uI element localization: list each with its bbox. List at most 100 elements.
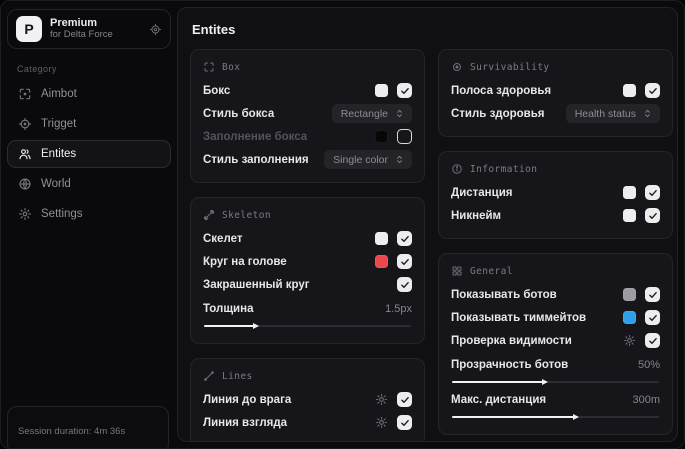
card-title: Lines: [222, 370, 253, 382]
row-controls: [375, 392, 412, 407]
slider-прозрачность-ботов[interactable]: [452, 377, 659, 386]
checkbox[interactable]: [645, 287, 660, 302]
sidebar-item-trigget[interactable]: Trigget: [7, 110, 171, 138]
world-icon: [18, 177, 32, 191]
row-check: Бокс: [203, 80, 412, 101]
select-стиль-бокса[interactable]: Rectangle: [331, 104, 412, 123]
color-swatch[interactable]: [375, 130, 388, 143]
row-controls: [623, 208, 660, 223]
select-стиль-заполнения[interactable]: Single color: [324, 150, 412, 169]
row-controls: [375, 231, 412, 246]
row-controls: [623, 185, 660, 200]
brand-title: Premium: [50, 17, 98, 30]
card-title: General: [470, 265, 513, 277]
row-controls: [375, 254, 412, 269]
brand-card: P Premium for Delta Force: [7, 9, 171, 49]
box-icon: [203, 61, 215, 73]
gear-icon[interactable]: [375, 393, 388, 406]
row-check: Закрашенный круг: [203, 274, 412, 295]
color-swatch[interactable]: [623, 209, 636, 222]
checkbox[interactable]: [397, 231, 412, 246]
checkbox[interactable]: [397, 277, 412, 292]
sidebar-item-world[interactable]: World: [7, 170, 171, 198]
slider-thumb[interactable]: [252, 322, 259, 329]
column-left: Box Бокс Стиль бокса Rectangle Заполнение бо…: [190, 49, 425, 441]
card-title: Survivability: [470, 61, 550, 73]
slider-thumb[interactable]: [542, 378, 549, 385]
unfold-icon: [642, 108, 653, 119]
card-header: Lines: [203, 370, 412, 382]
slider-толщина[interactable]: [204, 321, 411, 330]
gear-icon[interactable]: [375, 416, 388, 429]
checkbox[interactable]: [645, 185, 660, 200]
checkbox[interactable]: [645, 333, 660, 348]
session-duration: Session duration: 4m 36s: [18, 426, 126, 437]
checkbox[interactable]: [645, 208, 660, 223]
select-value: Single color: [333, 153, 388, 166]
row-check: Проверка видимости: [451, 330, 660, 351]
sidebar-item-aimbot[interactable]: Aimbot: [7, 80, 171, 108]
select-value: Rectangle: [340, 107, 388, 120]
information-icon: [451, 163, 463, 175]
gear-icon[interactable]: [623, 334, 636, 347]
slider-group: Прозрачность ботов 50%: [451, 354, 660, 386]
color-swatch[interactable]: [375, 255, 388, 268]
row-controls: Single color: [324, 150, 412, 169]
row-label: Показывать тиммейтов: [451, 311, 587, 324]
color-swatch[interactable]: [623, 311, 636, 324]
checkbox[interactable]: [645, 83, 660, 98]
slider-value: 50%: [637, 358, 660, 371]
card-information: Information Дистанция Никнейм: [438, 151, 673, 239]
slider-value: 300m: [632, 393, 660, 406]
row-check: Заполнение бокса: [203, 126, 412, 147]
row-label: Показывать ботов: [451, 288, 557, 301]
entites-icon: [18, 147, 32, 161]
color-swatch[interactable]: [623, 186, 636, 199]
row-select: Стиль здоровья Health status: [451, 103, 660, 124]
card-survivability: Survivability Полоса здоровья Стиль здоров…: [438, 49, 673, 137]
sidebar-nav: Aimbot Trigget Entites World Settings: [5, 80, 173, 228]
checkbox[interactable]: [397, 415, 412, 430]
row-controls: [397, 277, 412, 292]
row-controls: [375, 83, 412, 98]
sidebar-item-label: Trigget: [41, 118, 77, 130]
brand-settings-icon[interactable]: [149, 23, 162, 36]
slider-макс-дистанция[interactable]: [452, 412, 659, 421]
row-controls: [375, 415, 412, 430]
row-label: Закрашенный круг: [203, 278, 310, 291]
checkbox[interactable]: [397, 129, 412, 144]
checkbox[interactable]: [397, 254, 412, 269]
row-check: Линия до врага: [203, 389, 412, 410]
sidebar-item-entites[interactable]: Entites: [7, 140, 171, 168]
checkbox[interactable]: [397, 392, 412, 407]
color-swatch[interactable]: [623, 288, 636, 301]
row-check: Никнейм: [451, 205, 660, 226]
card-header: Box: [203, 61, 412, 73]
row-label: Круг на голове: [203, 255, 287, 268]
select-value: Health status: [574, 107, 636, 120]
slider-group: Толщина 1.5px: [203, 298, 412, 330]
card-header: General: [451, 265, 660, 277]
color-swatch[interactable]: [375, 84, 388, 97]
row-label: Дистанция: [451, 186, 513, 199]
sidebar-item-settings[interactable]: Settings: [7, 200, 171, 228]
sidebar: P Premium for Delta Force Category Aimbo…: [1, 1, 177, 448]
sidebar-item-label: World: [41, 178, 71, 190]
card-box: Box Бокс Стиль бокса Rectangle Заполнение бо…: [190, 49, 425, 183]
row-label: Никнейм: [451, 209, 502, 222]
checkbox[interactable]: [397, 83, 412, 98]
unfold-icon: [394, 108, 405, 119]
slider-fill: [204, 324, 256, 327]
row-check: Показывать ботов: [451, 284, 660, 305]
color-swatch[interactable]: [623, 84, 636, 97]
card-columns: Box Бокс Стиль бокса Rectangle Заполнение бо…: [190, 49, 673, 441]
color-swatch[interactable]: [375, 232, 388, 245]
card-title: Skeleton: [222, 209, 271, 221]
row-label: Заполнение бокса: [203, 130, 308, 143]
select-стиль-здоровья[interactable]: Health status: [565, 104, 660, 123]
checkbox[interactable]: [645, 310, 660, 325]
session-card: Session duration: 4m 36s: [7, 406, 169, 448]
slider-thumb[interactable]: [573, 413, 580, 420]
app-window: P Premium for Delta Force Category Aimbo…: [0, 0, 685, 449]
row-label: Бокс: [203, 84, 231, 97]
